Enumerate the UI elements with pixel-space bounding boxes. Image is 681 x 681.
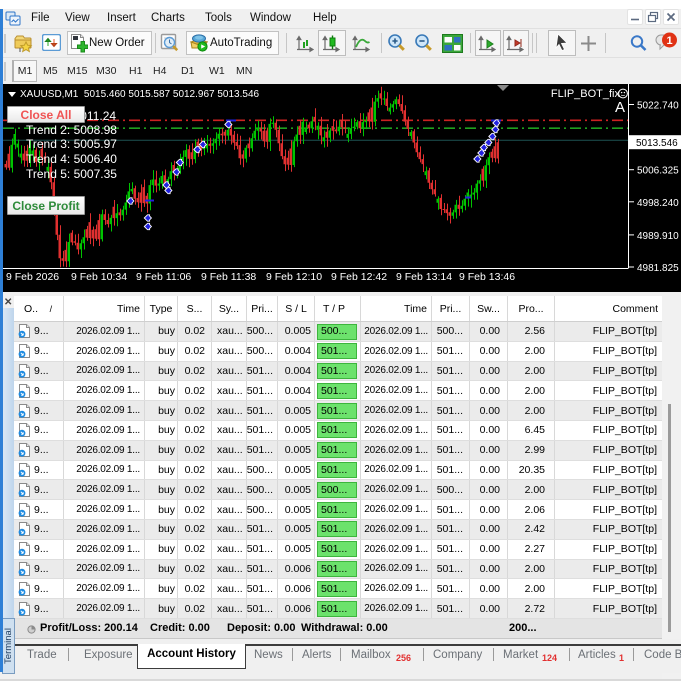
svg-text:5006.325: 5006.325 [637,166,679,177]
svg-text:5022.740: 5022.740 [637,101,679,112]
svg-text:5013.546: 5013.546 [636,138,678,149]
svg-text:9 Feb 12:10: 9 Feb 12:10 [266,271,322,283]
svg-text:9 Feb 13:14: 9 Feb 13:14 [396,271,452,283]
svg-text:9 Feb 13:46: 9 Feb 13:46 [459,271,515,283]
svg-text:4981.825: 4981.825 [637,263,679,274]
svg-text:1: 1 [666,35,672,47]
svg-text:9 Feb 10:34: 9 Feb 10:34 [71,271,127,283]
svg-text:9 Feb 11:38: 9 Feb 11:38 [201,271,256,283]
svg-text:Trend 4: 5006.40: Trend 4: 5006.40 [26,152,117,166]
svg-text:9 Feb 12:42: 9 Feb 12:42 [331,271,387,283]
svg-text:9 Feb 2026: 9 Feb 2026 [6,271,59,283]
svg-text:9 Feb 11:06: 9 Feb 11:06 [136,271,191,283]
svg-text:FLIP_BOT_fix: FLIP_BOT_fix [551,88,621,100]
svg-text:Trend 3: 5005.97: Trend 3: 5005.97 [26,137,117,151]
svg-text:Trend 5: 5007.35: Trend 5: 5007.35 [26,167,117,181]
svg-text:4989.910: 4989.910 [637,231,679,242]
svg-text:XAUUSD,M1 5015.460 5015.587 5: XAUUSD,M1 5015.460 5015.587 5012.967 501… [20,89,260,100]
svg-text:A: A [615,99,625,116]
svg-text:Trend 2: 5008.98: Trend 2: 5008.98 [26,123,117,137]
svg-text:4998.240: 4998.240 [637,198,679,209]
